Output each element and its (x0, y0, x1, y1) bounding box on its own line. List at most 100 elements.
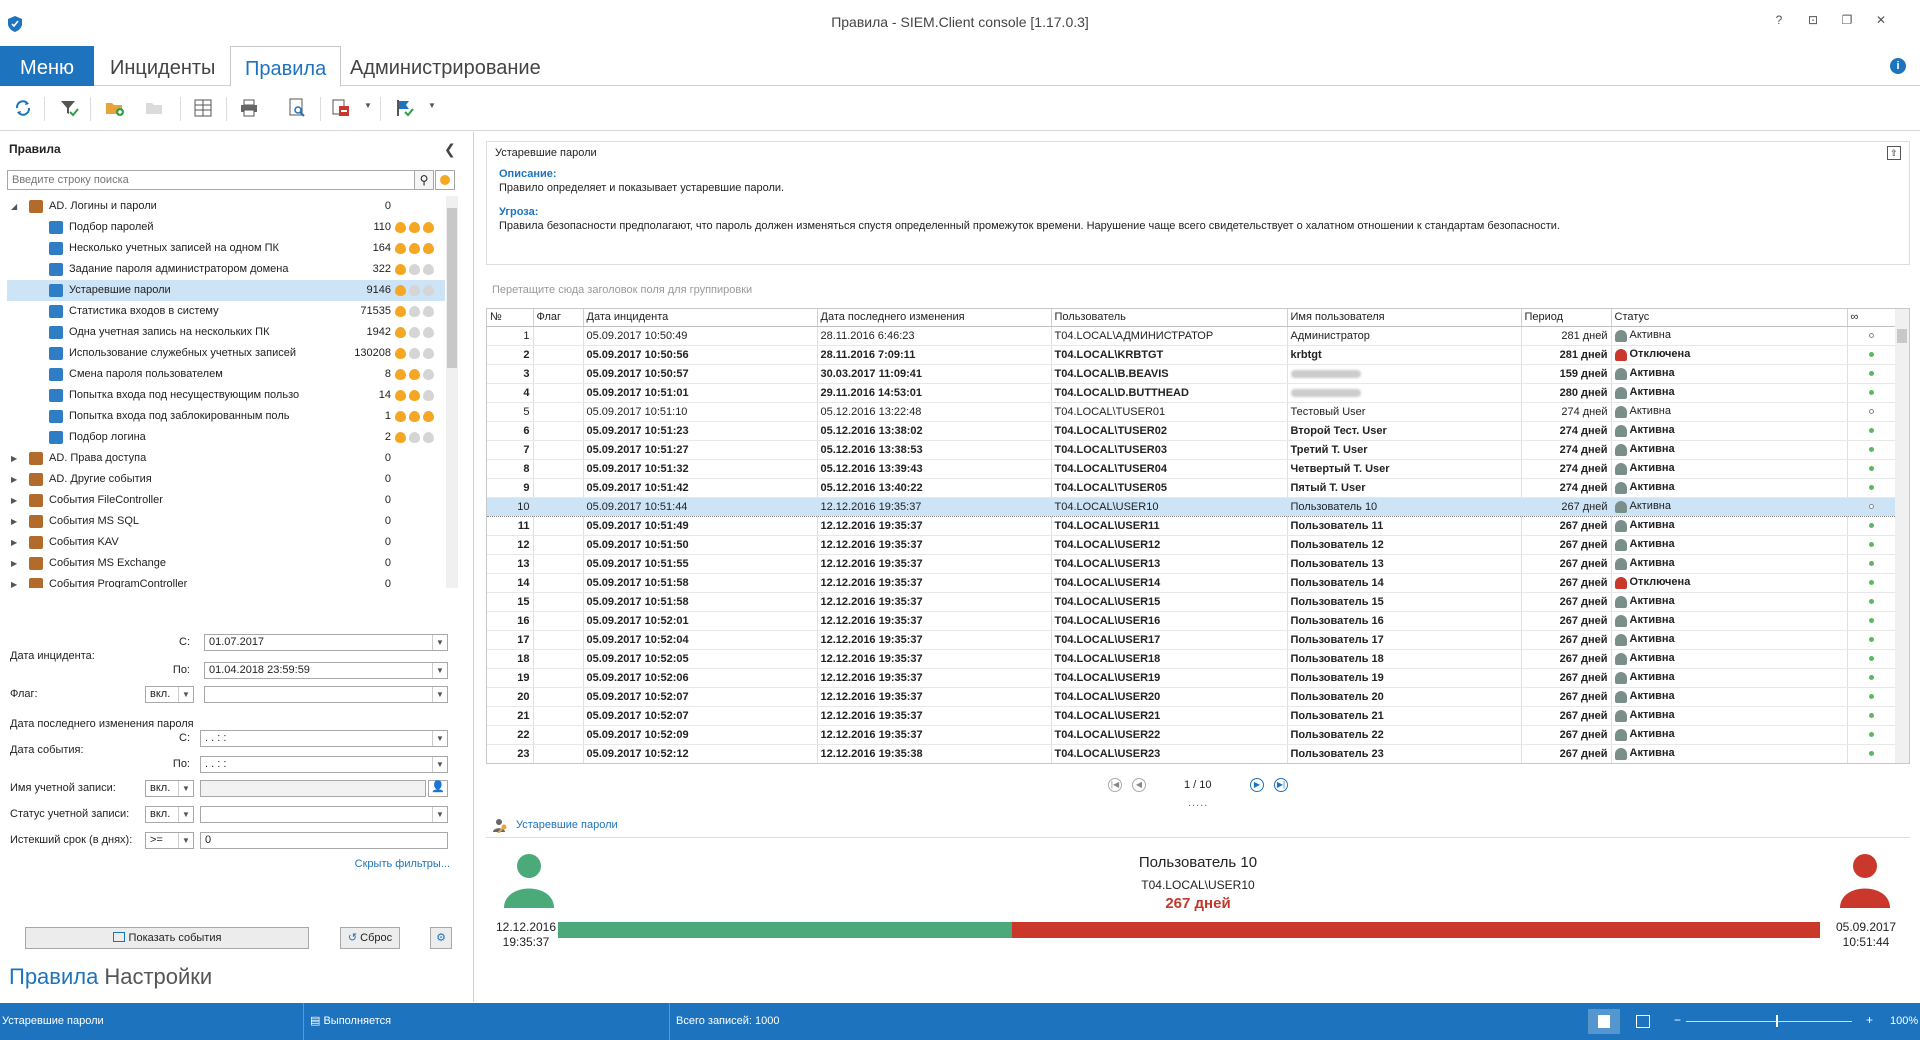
table-row[interactable]: 6 05.09.2017 10:51:23 05.12.2016 13:38:02 T… (487, 421, 1896, 441)
collapsed-arrow-icon[interactable]: ▶ (11, 553, 21, 574)
print-icon[interactable] (238, 97, 260, 119)
tree-item[interactable]: Подбор паролей 110 (7, 217, 445, 238)
zoom-in-button[interactable]: + (1866, 1013, 1873, 1027)
table-row[interactable]: 2 05.09.2017 10:50:56 28.11.2016 7:09:11 T0… (487, 345, 1896, 365)
help-button[interactable]: ? (1772, 13, 1786, 27)
tree-item[interactable]: ▶ AD. Права доступа 0 (7, 448, 445, 469)
column-header[interactable]: Статус (1611, 309, 1848, 327)
account-status-select[interactable]: ▼ (200, 806, 448, 823)
tree-item[interactable]: Смена пароля пользователем 8 (7, 364, 445, 385)
table-row[interactable]: 16 05.09.2017 10:52:01 12.12.2016 19:35:37… (487, 611, 1896, 631)
column-header[interactable]: Флаг (533, 309, 584, 327)
incident-date-to[interactable]: 01.04.2018 23:59:59 ▼ (204, 662, 448, 679)
hide-filters-link[interactable]: Скрыть фильтры... (355, 858, 450, 870)
table-row[interactable]: 8 05.09.2017 10:51:32 05.12.2016 13:39:43 T… (487, 459, 1896, 479)
tab-rules-bottom[interactable]: Правила (9, 964, 98, 989)
show-events-button[interactable]: Показать события (25, 927, 309, 949)
tree-item[interactable]: Одна учетная запись на нескольких ПК 1942 (7, 322, 445, 343)
tab-incidents[interactable]: Инциденты (96, 46, 229, 86)
first-page-icon[interactable]: |◀ (1108, 778, 1122, 792)
zoom-out-button[interactable]: − (1674, 1013, 1681, 1027)
table-row[interactable]: 7 05.09.2017 10:51:27 05.12.2016 13:38:53 T… (487, 440, 1896, 460)
columns-icon[interactable] (192, 97, 214, 119)
collapse-description-icon[interactable]: ⇧ (1887, 146, 1901, 160)
tree-item[interactable]: ▶ События FileController 0 (7, 490, 445, 511)
table-row[interactable]: 19 05.09.2017 10:52:06 12.12.2016 19:35:37… (487, 668, 1896, 688)
table-row[interactable]: 15 05.09.2017 10:51:58 12.12.2016 19:35:37… (487, 592, 1896, 612)
tree-item[interactable]: ▶ События ProgramController 0 (7, 574, 445, 588)
refresh-icon[interactable] (12, 97, 34, 119)
info-icon[interactable]: i (1890, 58, 1906, 74)
grid-scrollbar[interactable] (1895, 309, 1909, 763)
pick-user-icon[interactable]: 👤 (428, 780, 448, 797)
event-date-from[interactable]: . . : : ▼ (200, 730, 448, 747)
column-header[interactable]: Период (1521, 309, 1612, 327)
tree-item[interactable]: ▶ События MS Exchange 0 (7, 553, 445, 574)
table-row[interactable]: 18 05.09.2017 10:52:05 12.12.2016 19:35:37… (487, 649, 1896, 669)
incident-date-from[interactable]: 01.07.2017 ▼ (204, 634, 448, 651)
column-header[interactable]: Имя пользователя (1287, 309, 1522, 327)
table-row[interactable]: 1 05.09.2017 10:50:49 28.11.2016 6:46:23 T0… (487, 326, 1896, 346)
tree-item[interactable]: Устаревшие пароли 9146 (7, 280, 445, 301)
column-header[interactable]: Дата инцидента (583, 309, 818, 327)
table-row[interactable]: 23 05.09.2017 10:52:12 12.12.2016 19:35:38… (487, 744, 1896, 763)
collapsed-arrow-icon[interactable]: ▶ (11, 448, 21, 469)
flag-dropdown-icon[interactable]: ▼ (428, 101, 436, 110)
table-row[interactable]: 10 05.09.2017 10:51:44 12.12.2016 19:35:37… (487, 496, 1896, 517)
table-row[interactable]: 14 05.09.2017 10:51:58 12.12.2016 19:35:37… (487, 573, 1896, 593)
expired-days-input[interactable]: 0 (200, 832, 448, 849)
tab-settings-bottom[interactable]: Настройки (104, 964, 212, 989)
column-header[interactable]: № (487, 309, 534, 327)
tree-item[interactable]: Попытка входа под заблокированным поль 1 (7, 406, 445, 427)
maximize-button[interactable]: ❐ (1840, 13, 1854, 27)
tree-item[interactable]: ▶ AD. Другие события 0 (7, 469, 445, 490)
tree-item[interactable]: Попытка входа под несуществующим пользо 1… (7, 385, 445, 406)
collapse-panel-icon[interactable]: ❮ (444, 141, 456, 158)
table-row[interactable]: 22 05.09.2017 10:52:09 12.12.2016 19:35:37… (487, 725, 1896, 745)
splitter-handle[interactable]: ..... (1188, 797, 1208, 809)
table-row[interactable]: 9 05.09.2017 10:51:42 05.12.2016 13:40:22 T… (487, 478, 1896, 498)
settings-gear-icon[interactable]: ⚙ (430, 927, 452, 949)
next-page-icon[interactable]: ▶ (1250, 778, 1264, 792)
table-row[interactable]: 3 05.09.2017 10:50:57 30.03.2017 11:09:41 T… (487, 364, 1896, 384)
table-row[interactable]: 11 05.09.2017 10:51:49 12.12.2016 19:35:37… (487, 516, 1896, 536)
last-page-icon[interactable]: ▶| (1274, 778, 1288, 792)
tab-administration[interactable]: Администрирование (336, 46, 555, 86)
collapsed-arrow-icon[interactable]: ▶ (11, 574, 21, 588)
table-row[interactable]: 5 05.09.2017 10:51:10 05.12.2016 13:22:48 T… (487, 402, 1896, 422)
prev-page-icon[interactable]: ◀ (1132, 778, 1146, 792)
search-icon[interactable]: ⚲ (414, 170, 434, 190)
flag-check-icon[interactable] (394, 97, 416, 119)
add-folder-icon[interactable] (104, 97, 126, 119)
tree-item[interactable]: Использование служебных учетных записей 1… (7, 343, 445, 364)
account-name-input[interactable] (200, 780, 426, 797)
tree-item[interactable]: Задание пароля администратором домена 322 (7, 259, 445, 280)
flag-mode-select[interactable]: вкл. ▼ (145, 686, 194, 703)
zoom-slider[interactable] (1686, 1021, 1852, 1022)
account-mode-select[interactable]: вкл. ▼ (145, 780, 194, 797)
table-row[interactable]: 12 05.09.2017 10:51:50 12.12.2016 19:35:37… (487, 535, 1896, 555)
tree-item[interactable]: ◢ AD. Логины и пароли 0 (7, 196, 445, 217)
status-mode-select[interactable]: вкл. ▼ (145, 806, 194, 823)
event-date-to[interactable]: . . : : ▼ (200, 756, 448, 773)
tree-item[interactable]: ▶ События KAV 0 (7, 532, 445, 553)
tree-item[interactable]: Статистика входов в систему 71535 (7, 301, 445, 322)
flag-select[interactable]: ▼ (204, 686, 448, 703)
table-row[interactable]: 17 05.09.2017 10:52:04 12.12.2016 19:35:37… (487, 630, 1896, 650)
tab-rules[interactable]: Правила (230, 46, 342, 87)
collapsed-arrow-icon[interactable]: ▶ (11, 469, 21, 490)
restore-down-button[interactable]: ⊡ (1806, 13, 1820, 27)
tree-item[interactable]: Подбор логина 2 (7, 427, 445, 448)
expanded-arrow-icon[interactable]: ◢ (11, 196, 21, 217)
collapsed-arrow-icon[interactable]: ▶ (11, 490, 21, 511)
reset-button[interactable]: ↺ Сброс (340, 927, 400, 949)
column-header[interactable]: ∞ (1847, 309, 1896, 327)
close-button[interactable]: ✕ (1874, 13, 1888, 27)
table-row[interactable]: 21 05.09.2017 10:52:07 12.12.2016 19:35:37… (487, 706, 1896, 726)
export-dropdown-icon[interactable]: ▼ (364, 101, 372, 110)
tree-item[interactable]: Несколько учетных записей на одном ПК 164 (7, 238, 445, 259)
tree-scrollbar[interactable] (446, 196, 458, 588)
table-row[interactable]: 20 05.09.2017 10:52:07 12.12.2016 19:35:37… (487, 687, 1896, 707)
collapsed-arrow-icon[interactable]: ▶ (11, 511, 21, 532)
fire-filter-icon[interactable] (435, 170, 455, 190)
